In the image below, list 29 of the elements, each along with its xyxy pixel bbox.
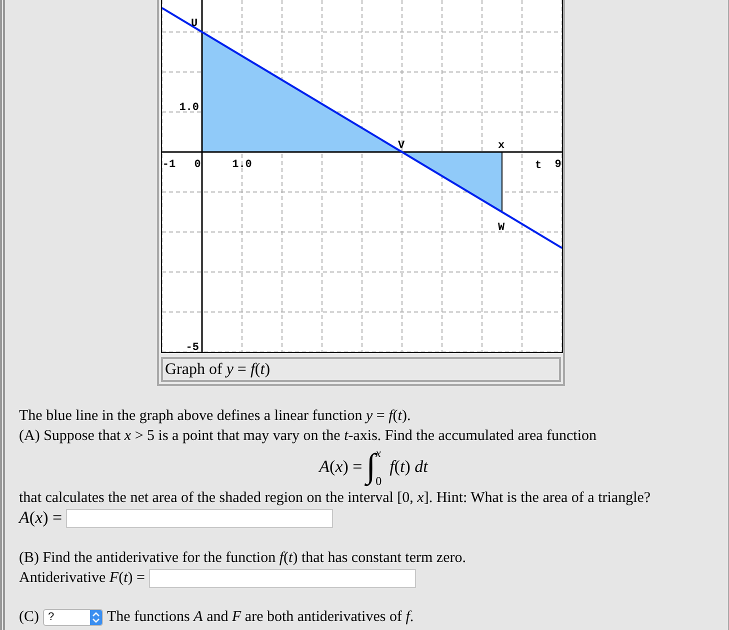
upper-limit: x: [376, 447, 382, 459]
part-label: (C): [19, 608, 39, 627]
axis-tick-label: 9: [554, 159, 562, 171]
answer-label: Antiderivative F(t) =: [19, 569, 145, 588]
answer-select[interactable]: ?: [43, 608, 103, 626]
lower-limit: 0: [376, 475, 382, 487]
point-label: x: [498, 140, 505, 152]
axis-tick-label: 1.0: [232, 159, 252, 171]
integrand: f(t) dt: [390, 457, 428, 477]
point-label: W: [498, 222, 505, 234]
integral-sign: ∫: [366, 450, 376, 484]
question-text: (A) Suppose that x > 5 is a point that may vary on the t-axis. Find the accumulated area function: [19, 427, 598, 446]
axis-tick-label: 0: [194, 159, 201, 171]
point-label: U: [191, 18, 198, 30]
axis-tick-label: 1.0: [179, 102, 199, 114]
statement-text: The functions A and F are both antiderivatives of f.: [107, 608, 414, 627]
answer-field[interactable]: [148, 568, 416, 588]
hint-text: that calculates the net area of the shaded region on the interval [0, x]. Hint: What is the area of a triangle?: [19, 489, 652, 508]
intro-text: The blue line in the graph above defines a linear function y = f(t).: [19, 407, 412, 426]
graph-caption: Graph of y = f(t): [161, 357, 561, 382]
formula-lhs: A(x) =: [319, 457, 362, 477]
axis-tick-label: -1: [162, 159, 176, 171]
answer-label: A(x) =: [19, 508, 62, 528]
point-label: V: [398, 140, 405, 152]
stepper-icon: [90, 610, 102, 624]
question-text: (B) Find the antiderivative for the function f(t) that has constant term zero.: [19, 549, 467, 568]
point-label: t: [535, 160, 542, 172]
answer-field[interactable]: [66, 508, 334, 528]
axis-tick-label: -5: [186, 342, 199, 352]
